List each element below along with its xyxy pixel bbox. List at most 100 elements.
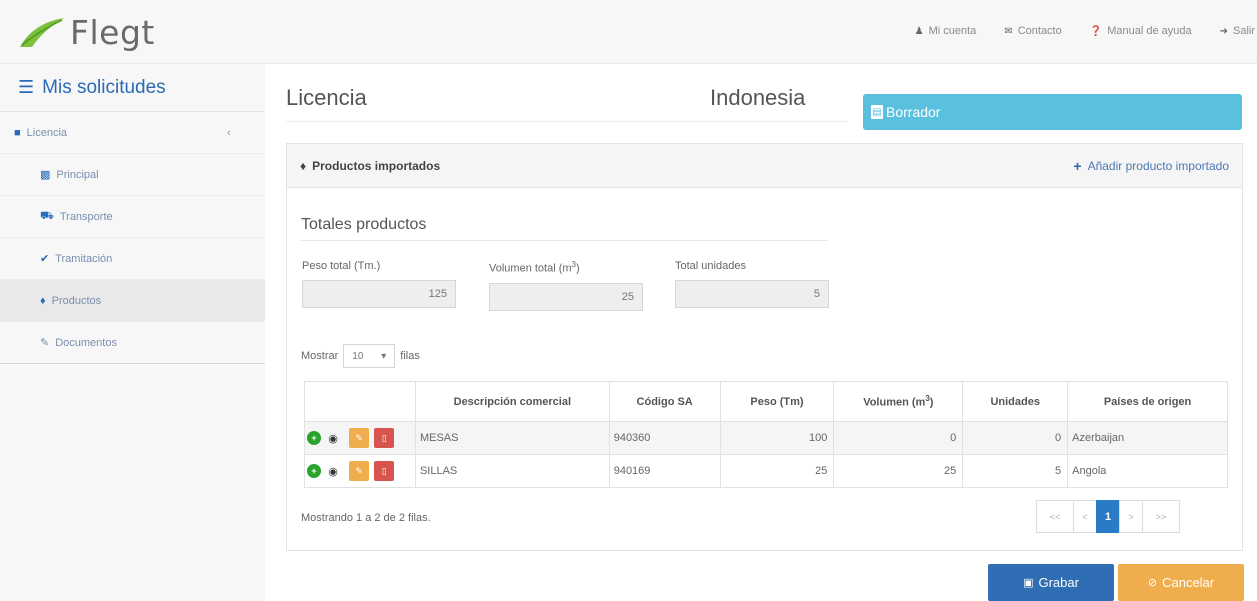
page-title: Licencia [286, 85, 367, 110]
col-actions [304, 381, 416, 422]
check-icon: ✔ [40, 253, 50, 265]
edit-button[interactable]: ✎ [349, 428, 370, 448]
cell-peso: 100 [719, 421, 835, 455]
top-nav: ♟ Mi cuenta ✉ Contacto ❓ Manual de ayuda… [887, 25, 1257, 37]
truck-icon: ⛟ [40, 209, 54, 222]
sidebar-item-documentos[interactable]: ✎ Documentos [0, 322, 265, 364]
col-codigo[interactable]: Código SA [608, 381, 721, 422]
view-icon[interactable]: ◉ [326, 431, 340, 445]
cubes-icon: ♦ [300, 158, 307, 173]
sidebar-item-tramitacion[interactable]: ✔ Tramitación [0, 238, 265, 280]
nav-label: Manual de ayuda [1107, 25, 1192, 37]
list-icon: ☰ [18, 77, 35, 97]
next-page-button[interactable]: > [1119, 500, 1143, 533]
caret-down-icon: ▾ [381, 350, 387, 362]
products-table: Descripción comercial Código SA Peso (Tm… [304, 381, 1228, 488]
col-descripcion[interactable]: Descripción comercial [414, 381, 610, 422]
logo[interactable]: Flegt [18, 12, 155, 52]
mostrar-label: Mostrar [301, 350, 339, 362]
sidebar-section-licencia[interactable]: ■ Licencia ‹ [0, 112, 265, 154]
volumen-total-label: Volumen total (m3) [489, 260, 580, 275]
table-header-row: Descripción comercial Código SA Peso (Tm… [304, 381, 1228, 422]
sign-out-icon: ➜ [1219, 25, 1228, 37]
pagination: << < 1 > >> [1036, 500, 1180, 533]
cell-pais: Angola [1067, 454, 1228, 488]
file-icon: ▩ [40, 169, 51, 181]
status-badge: ▤ Borrador [863, 94, 1242, 130]
col-peso[interactable]: Peso (Tm) [719, 381, 835, 422]
sidebar-item-principal[interactable]: ▩ Principal [0, 154, 265, 196]
expand-button[interactable]: + [307, 431, 321, 445]
save-button[interactable]: ▣ Grabar [988, 564, 1114, 601]
first-page-button[interactable]: << [1036, 500, 1074, 533]
cell-volumen: 0 [833, 421, 964, 455]
col-volumen[interactable]: Volumen (m3) [833, 381, 964, 422]
cell-codigo: 940169 [608, 454, 721, 488]
sidebar-item-productos[interactable]: ♦ Productos [0, 280, 265, 322]
cancel-button[interactable]: ⊘ Cancelar [1118, 564, 1244, 601]
sidebar: ☰ Mis solicitudes ■ Licencia ‹ ▩ Princip… [0, 64, 265, 601]
row-actions: + ◉ ✎ ▯ [304, 421, 416, 455]
peso-total-field: Peso total (Tm.) 125 [302, 260, 456, 308]
panel-title: ♦ Productos importados [300, 159, 440, 173]
page-size-value: 10 [352, 350, 364, 362]
filas-label: filas [400, 350, 420, 362]
nav-manual-ayuda[interactable]: ❓ Manual de ayuda [1090, 25, 1192, 37]
paperclip-icon: ✎ [40, 337, 50, 349]
edit-button[interactable]: ✎ [349, 461, 370, 481]
nav-salir[interactable]: ➜ Salir [1220, 25, 1255, 37]
total-unidades-label: Total unidades [675, 260, 746, 272]
col-unidades[interactable]: Unidades [962, 381, 1069, 422]
sidebar-item-transporte[interactable]: ⛟ Transporte [0, 196, 265, 238]
sidebar-section-label: Licencia [26, 126, 68, 139]
document-icon: ▤ [871, 105, 883, 119]
cell-unidades: 0 [962, 421, 1069, 455]
sidebar-item-label: Principal [56, 168, 99, 181]
nav-label: Mi cuenta [928, 25, 977, 37]
sidebar-item-label: Transporte [59, 210, 113, 223]
sidebar-item-label: Productos [51, 294, 102, 307]
add-product-label: Añadir producto importado [1087, 158, 1229, 173]
folder-icon: ■ [14, 126, 21, 139]
cell-descripcion: SILLAS [414, 454, 610, 488]
add-product-link[interactable]: + Añadir producto importado [1073, 158, 1229, 174]
volumen-total-field: Volumen total (m3) 25 [489, 260, 643, 311]
status-label: Borrador [886, 104, 941, 120]
nav-label: Salir [1232, 25, 1255, 37]
cell-pais: Azerbaijan [1067, 421, 1228, 455]
cell-descripcion: MESAS [414, 421, 610, 455]
cubes-icon: ♦ [40, 294, 46, 307]
floppy-icon: ▣ [1023, 577, 1034, 589]
sidebar-item-label: Tramitación [55, 252, 113, 265]
nav-label: Contacto [1017, 25, 1062, 37]
col-paises[interactable]: Países de origen [1067, 381, 1228, 422]
cell-unidades: 5 [962, 454, 1069, 488]
expand-button[interactable]: + [307, 464, 321, 478]
nav-contacto[interactable]: ✉ Contacto [1004, 25, 1061, 37]
panel-title-text: Productos importados [312, 158, 441, 173]
last-page-button[interactable]: >> [1142, 500, 1180, 533]
peso-total-label: Peso total (Tm.) [302, 260, 381, 272]
plus-icon: + [1073, 157, 1082, 174]
prev-page-button[interactable]: < [1073, 500, 1097, 533]
total-unidades-input: 5 [675, 280, 829, 308]
logo-text: Flegt [70, 12, 155, 52]
total-unidades-field: Total unidades 5 [675, 260, 829, 308]
chevron-left-icon: ‹ [227, 126, 231, 139]
sidebar-header[interactable]: ☰ Mis solicitudes [0, 64, 265, 112]
page-1-button[interactable]: 1 [1096, 500, 1120, 533]
table-row: + ◉ ✎ ▯ MESAS 940360 100 0 0 Azerbaijan [304, 421, 1228, 455]
delete-button[interactable]: ▯ [374, 428, 395, 448]
sidebar-item-label: Documentos [55, 336, 117, 349]
cell-volumen: 25 [833, 454, 964, 488]
nav-mi-cuenta[interactable]: ♟ Mi cuenta [915, 25, 977, 37]
page-size-select[interactable]: 10 ▾ [343, 344, 396, 368]
peso-total-input: 125 [302, 280, 456, 308]
totals-title: Totales productos [301, 216, 427, 233]
delete-button[interactable]: ▯ [374, 461, 395, 481]
help-icon: ❓ [1089, 25, 1103, 37]
view-icon[interactable]: ◉ [326, 464, 340, 478]
leaf-icon [20, 18, 64, 47]
country-title: Indonesia [710, 85, 806, 110]
cancel-label: Cancelar [1162, 575, 1215, 590]
